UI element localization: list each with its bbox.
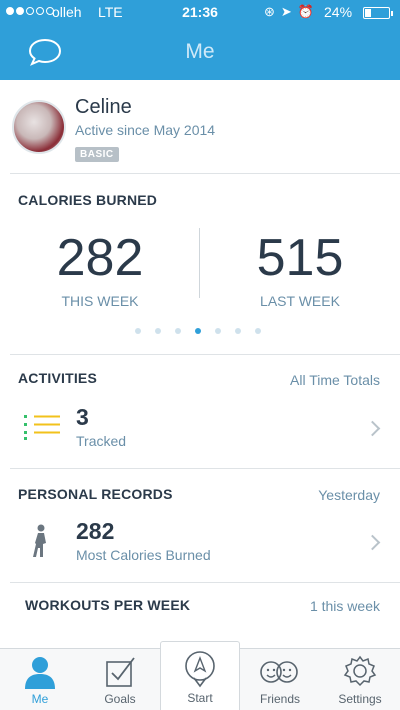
- activities-count: 3: [76, 404, 89, 430]
- gear-icon: [343, 655, 377, 687]
- tab-goals[interactable]: Goals: [80, 649, 160, 710]
- location-arrow-icon: ➤: [280, 4, 292, 19]
- records-scope-label: Yesterday: [318, 487, 380, 503]
- tab-label: Start: [187, 691, 213, 705]
- chevron-right-icon[interactable]: [364, 534, 381, 551]
- page-dot[interactable]: [175, 328, 181, 334]
- records-label: Most Calories Burned: [76, 547, 211, 563]
- page-title: Me: [185, 40, 215, 63]
- membership-badge: BASIC: [75, 147, 119, 162]
- page-dot[interactable]: [135, 328, 141, 334]
- activities-scope-label: All Time Totals: [290, 372, 380, 388]
- tab-label: Me: [31, 692, 49, 706]
- page-indicator[interactable]: [0, 328, 400, 334]
- workouts-section-title: WORKOUTS PER WEEK: [25, 597, 191, 613]
- tab-start[interactable]: Start: [160, 641, 240, 710]
- divider: [10, 582, 400, 583]
- workouts-value: 1 this week: [309, 598, 380, 614]
- top-bar: olleh LTE 21:36 ⊛ ➤ ⏰ 24% Me: [0, 0, 400, 80]
- page-dot[interactable]: [235, 328, 241, 334]
- walking-person-icon: [33, 524, 46, 557]
- profile-name: Celine: [75, 96, 132, 118]
- tab-label: Goals: [104, 692, 136, 706]
- page-dot[interactable]: [195, 328, 201, 334]
- divider: [10, 468, 400, 469]
- activities-label: Tracked: [76, 433, 127, 449]
- friends-faces-icon: [260, 661, 298, 683]
- calories-last-week-value[interactable]: 515: [200, 228, 400, 288]
- records-value: 282: [76, 518, 115, 544]
- tab-settings[interactable]: Settings: [320, 649, 400, 710]
- tab-label: Settings: [338, 692, 382, 706]
- start-pin-icon: [185, 651, 215, 688]
- rotation-lock-icon: ⊛: [264, 4, 275, 19]
- activities-section-title: ACTIVITIES: [18, 370, 98, 386]
- divider: [10, 354, 400, 355]
- battery-icon: [363, 7, 393, 19]
- calories-this-week-label: THIS WEEK: [61, 293, 139, 309]
- profile-active-since: Active since May 2014: [75, 122, 216, 138]
- calories-this-week-value[interactable]: 282: [0, 228, 200, 288]
- chevron-right-icon[interactable]: [364, 420, 381, 437]
- tab-me[interactable]: Me: [0, 649, 80, 710]
- alarm-icon: ⏰: [297, 4, 314, 19]
- divider: [10, 173, 400, 174]
- tab-label: Friends: [259, 692, 300, 706]
- page-dot[interactable]: [255, 328, 261, 334]
- goals-checkbox-icon: [106, 657, 135, 687]
- battery-percent: 24%: [324, 4, 353, 20]
- page-dot[interactable]: [155, 328, 161, 334]
- calories-section-title: CALORIES BURNED: [18, 192, 158, 208]
- status-bar: olleh LTE 21:36 ⊛ ➤ ⏰ 24%: [0, 0, 400, 24]
- page-dot[interactable]: [215, 328, 221, 334]
- avatar[interactable]: [12, 100, 66, 154]
- tab-friends[interactable]: Friends: [240, 649, 320, 710]
- calories-last-week-label: LAST WEEK: [260, 293, 340, 309]
- list-icon: [24, 415, 60, 440]
- tab-bar: Me Goals Start Friends Settings: [0, 641, 400, 710]
- records-section-title: PERSONAL RECORDS: [18, 486, 173, 502]
- person-icon: [25, 657, 55, 689]
